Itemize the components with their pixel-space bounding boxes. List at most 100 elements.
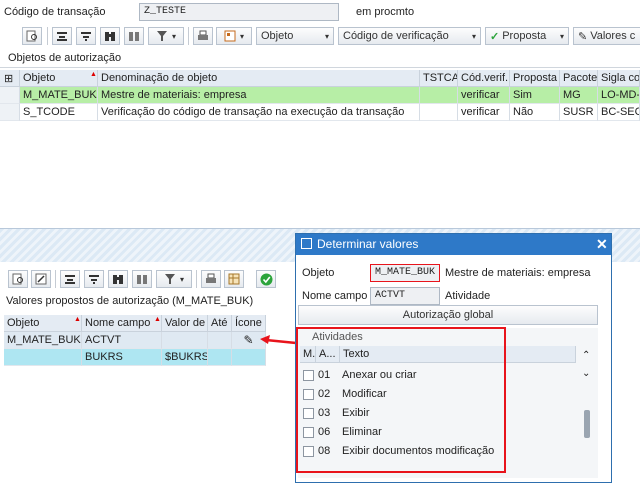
- cell: Mestre de materiais: empresa: [98, 87, 420, 104]
- filter-button[interactable]: ▾: [148, 27, 184, 45]
- field-name-field: ACTVT: [370, 287, 440, 305]
- toolbar-bottom: ▾: [0, 268, 300, 290]
- cell: $BUKRS: [162, 349, 208, 366]
- print-button-2[interactable]: [201, 270, 221, 288]
- proposals-title: Valores propostos de autorização (M_MATE…: [6, 295, 254, 307]
- cell: MG: [560, 87, 598, 104]
- edit-button[interactable]: [31, 270, 51, 288]
- sort-indicator-icon: ▲: [74, 316, 81, 323]
- sort-desc-icon: [81, 32, 91, 41]
- sort-indicator-icon: ▲: [90, 71, 97, 78]
- col-header-codverif[interactable]: Cód.verif.: [458, 70, 510, 87]
- values-button[interactable]: ✎ Valores c: [573, 27, 640, 45]
- binoculars-icon: [113, 275, 123, 284]
- cell: [420, 104, 458, 121]
- layout-button[interactable]: ▾: [216, 27, 252, 45]
- col-header-nome-campo[interactable]: Nome campo: [82, 315, 162, 332]
- col-header-valor-de[interactable]: Valor de: [162, 315, 208, 332]
- print-icon: [198, 30, 208, 40]
- find-icon: [26, 30, 37, 42]
- col-header-pacote[interactable]: Pacote: [560, 70, 598, 87]
- col-header-objeto-2[interactable]: Objeto: [4, 315, 82, 332]
- grid-layout-button[interactable]: [224, 270, 244, 288]
- scroll-up-icon[interactable]: ⌃: [582, 350, 590, 361]
- sort-desc-button[interactable]: [76, 27, 96, 45]
- object-label: Objeto: [302, 267, 335, 279]
- col-header-proposta[interactable]: Proposta: [510, 70, 560, 87]
- cell: LO-MD-I: [598, 87, 640, 104]
- scroll-down-icon[interactable]: ⌄: [582, 368, 590, 379]
- cell: [208, 332, 232, 349]
- status-text: em procmto: [356, 6, 415, 18]
- cell: S_TCODE: [20, 104, 98, 121]
- ok-button[interactable]: [256, 270, 276, 288]
- activities-scrollbar[interactable]: ⌃ ⌄: [580, 350, 594, 462]
- chevron-down-icon: ▾: [179, 274, 184, 284]
- cell: Não: [510, 104, 560, 121]
- annotation-arrow: [260, 335, 297, 345]
- ok-icon: [260, 273, 272, 285]
- binoculars-next-button-2[interactable]: [132, 270, 152, 288]
- sort-desc-icon: [89, 275, 99, 284]
- sort-asc-icon: [57, 32, 67, 41]
- filter-icon: [156, 31, 167, 41]
- close-icon[interactable]: ✕: [596, 236, 608, 253]
- binoculars-next-icon: [137, 275, 147, 284]
- field-name-desc: Atividade: [445, 290, 491, 302]
- filter-button-2[interactable]: ▾: [156, 270, 192, 288]
- find-button-2[interactable]: [8, 270, 28, 288]
- cell: M_MATE_BUK: [4, 332, 82, 349]
- binoculars-next-icon: [129, 32, 139, 41]
- object-dropdown[interactable]: Objeto ▾: [256, 27, 334, 45]
- sort-asc-button-2[interactable]: [60, 270, 80, 288]
- grid-layout-icon: [228, 273, 240, 285]
- determine-values-dialog: Determinar valores ✕ Objeto M_MATE_BUK M…: [295, 233, 612, 483]
- cell: M_MATE_BUK: [20, 87, 98, 104]
- pencil-icon[interactable]: ✎: [243, 333, 253, 347]
- dialog-titlebar[interactable]: Determinar valores ✕: [296, 234, 611, 255]
- scroll-thumb[interactable]: [584, 410, 590, 438]
- dialog-icon: [301, 238, 312, 249]
- proposal-button[interactable]: ✓ Proposta ▾: [485, 27, 569, 45]
- cell: [232, 349, 266, 366]
- cell: [420, 87, 458, 104]
- object-desc: Mestre de materiais: empresa: [445, 267, 591, 279]
- cell: BC-SEC-: [598, 104, 640, 121]
- print-button[interactable]: [193, 27, 213, 45]
- cell: SUSR: [560, 104, 598, 121]
- find-button[interactable]: [22, 27, 42, 45]
- field-name-label: Nome campo: [302, 290, 368, 302]
- binoculars-icon: [105, 32, 115, 41]
- cell: ACTVT: [82, 332, 162, 349]
- col-header-ate[interactable]: Até: [208, 315, 232, 332]
- cell: BUKRS: [82, 349, 162, 366]
- transaction-field[interactable]: Z_TESTE: [139, 3, 339, 21]
- col-header-tstca[interactable]: TSTCA: [420, 70, 458, 87]
- col-header-icone[interactable]: Ícone: [232, 315, 266, 332]
- binoculars-button[interactable]: [100, 27, 120, 45]
- chevron-down-icon: ▾: [559, 31, 564, 41]
- col-header-denominacao[interactable]: Denominação de objeto: [98, 70, 420, 87]
- object-field: M_MATE_BUK: [370, 264, 440, 282]
- cell: Verificação do código de transação na ex…: [98, 104, 420, 121]
- sort-asc-button[interactable]: [52, 27, 72, 45]
- sort-asc-icon: [65, 275, 75, 284]
- chevron-down-icon: ▾: [239, 31, 244, 41]
- global-auth-button[interactable]: Autorização global: [298, 305, 598, 325]
- sort-desc-button-2[interactable]: [84, 270, 104, 288]
- binoculars-next-button[interactable]: [124, 27, 144, 45]
- row-selector-icon[interactable]: ⊞: [0, 70, 20, 87]
- col-header-objeto[interactable]: Objeto: [20, 70, 98, 87]
- object-dropdown-label: Objeto: [261, 30, 294, 42]
- edit-icon: [35, 273, 47, 285]
- dialog-title: Determinar valores: [317, 237, 419, 251]
- find-icon: [12, 273, 23, 285]
- print-icon: [206, 273, 216, 283]
- layout-icon: [224, 30, 236, 42]
- proposal-label: Proposta: [502, 30, 547, 42]
- verification-dropdown[interactable]: Código de verificação ▾: [338, 27, 481, 45]
- cell: verificar: [458, 104, 510, 121]
- binoculars-button-2[interactable]: [108, 270, 128, 288]
- auth-objects-grid: ⊞ Objeto Denominação de objeto TSTCA Cód…: [0, 70, 640, 126]
- col-header-sigla[interactable]: Sigla co: [598, 70, 640, 87]
